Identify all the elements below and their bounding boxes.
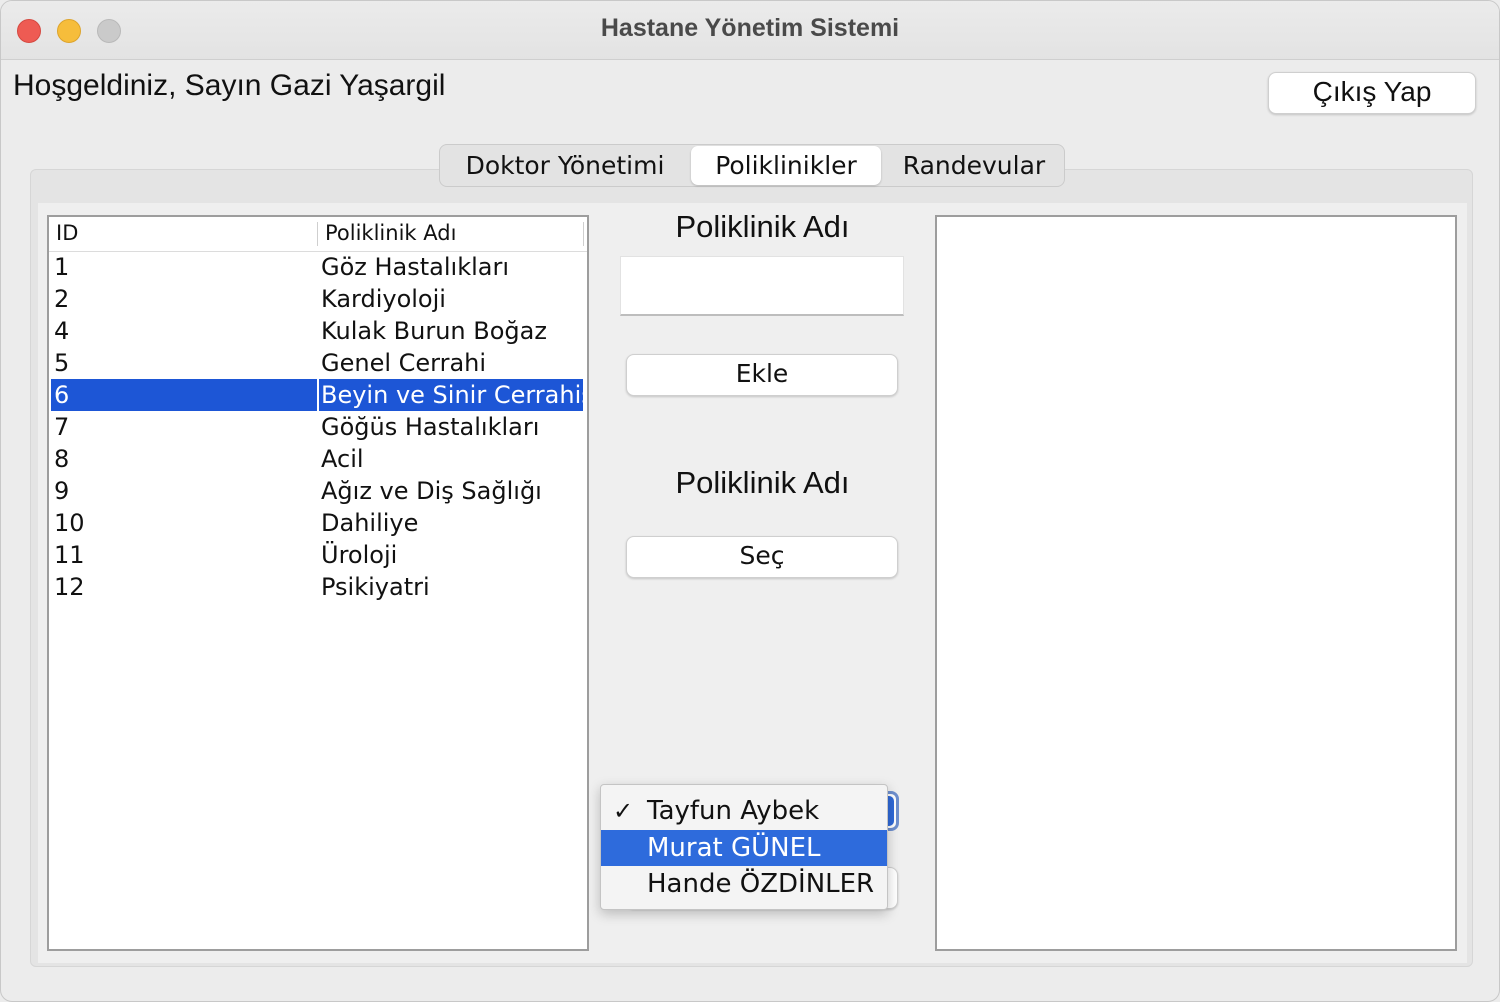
cell-id: 6 bbox=[54, 381, 70, 409]
cell-id: 4 bbox=[54, 317, 70, 345]
cell-id: 10 bbox=[54, 509, 85, 537]
table-header: ID Poliklinik Adı bbox=[49, 217, 587, 252]
table-row[interactable]: 1 Göz Hastalıkları bbox=[51, 251, 583, 283]
option-label: Tayfun Aybek bbox=[647, 796, 820, 826]
table-row[interactable]: 10 Dahiliye bbox=[51, 507, 583, 539]
cell-name: Kardiyoloji bbox=[321, 285, 446, 313]
cell-name: Dahiliye bbox=[321, 509, 419, 537]
cell-name: Üroloji bbox=[321, 541, 398, 569]
cell-name: Göğüs Hastalıkları bbox=[321, 413, 540, 441]
add-button[interactable]: Ekle bbox=[626, 354, 898, 396]
cell-name: Ağız ve Diş Sağlığı bbox=[321, 477, 542, 505]
table-row-selected[interactable]: 6 Beyin ve Sinir Cerrahisi bbox=[51, 379, 587, 411]
polyclinic-name-label-2: Poliklinik Adı bbox=[675, 465, 850, 500]
polyclinic-name-label: Poliklinik Adı bbox=[675, 209, 850, 244]
logout-button[interactable]: Çıkış Yap bbox=[1268, 72, 1476, 114]
cell-name: Genel Cerrahi bbox=[321, 349, 487, 377]
details-list[interactable] bbox=[935, 215, 1457, 951]
dropdown-option[interactable]: Hande ÖZDİNLER bbox=[601, 866, 887, 902]
tab-doktor-yonetimi[interactable]: Doktor Yönetimi bbox=[440, 145, 690, 186]
cell-name: Psikiyatri bbox=[321, 573, 430, 601]
checkmark-icon: ✓ bbox=[613, 797, 634, 825]
table-row[interactable]: 9 Ağız ve Diş Sağlığı bbox=[51, 475, 583, 507]
cell-id: 2 bbox=[54, 285, 70, 313]
cell-name: Beyin ve Sinir Cerrahisi bbox=[321, 381, 589, 409]
table-row[interactable]: 8 Acil bbox=[51, 443, 583, 475]
polyclinic-table[interactable]: ID Poliklinik Adı 1 Göz Hastalıkları 2 Kar… bbox=[47, 215, 589, 951]
column-divider[interactable] bbox=[317, 222, 318, 246]
table-row[interactable]: 12 Psikiyatri bbox=[51, 571, 583, 603]
cell-id: 8 bbox=[54, 445, 70, 473]
cell-id: 9 bbox=[54, 477, 70, 505]
cell-name: Acil bbox=[321, 445, 364, 473]
cell-name: Göz Hastalıkları bbox=[321, 253, 510, 281]
cell-id: 12 bbox=[54, 573, 85, 601]
app-window: Hastane Yönetim Sistemi Hoşgeldiniz, Say… bbox=[0, 0, 1500, 1002]
dropdown-option[interactable]: ✓ Tayfun Aybek bbox=[601, 793, 887, 829]
window-title: Hastane Yönetim Sistemi bbox=[600, 14, 900, 42]
tab-poliklinikler[interactable]: Poliklinikler bbox=[691, 146, 881, 185]
polyclinic-name-input[interactable] bbox=[620, 256, 904, 316]
option-label: Hande ÖZDİNLER bbox=[647, 869, 875, 899]
dropdown-option-highlighted[interactable]: Murat GÜNEL bbox=[601, 830, 887, 866]
cell-name: Kulak Burun Boğaz bbox=[321, 317, 547, 345]
table-row[interactable]: 2 Kardiyoloji bbox=[51, 283, 583, 315]
table-row[interactable]: 4 Kulak Burun Boğaz bbox=[51, 315, 583, 347]
select-button[interactable]: Seç bbox=[626, 536, 898, 578]
cell-id: 7 bbox=[54, 413, 70, 441]
tab-bar: Doktor Yönetimi Poliklinikler Randevular bbox=[439, 144, 1065, 187]
cell-id: 11 bbox=[54, 541, 85, 569]
column-header-name[interactable]: Poliklinik Adı bbox=[325, 221, 456, 245]
doctor-dropdown-menu: ✓ Tayfun Aybek Murat GÜNEL Hande ÖZDİNLE… bbox=[600, 784, 888, 910]
tab-randevular[interactable]: Randevular bbox=[882, 145, 1066, 186]
cell-id: 1 bbox=[54, 253, 70, 281]
table-row[interactable]: 11 Üroloji bbox=[51, 539, 583, 571]
column-header-id[interactable]: ID bbox=[56, 221, 78, 245]
title-bar[interactable]: Hastane Yönetim Sistemi bbox=[1, 1, 1499, 60]
welcome-text: Hoşgeldiniz, Sayın Gazi Yaşargil bbox=[13, 69, 446, 102]
selection-highlight bbox=[51, 379, 317, 411]
table-row[interactable]: 7 Göğüs Hastalıkları bbox=[51, 411, 583, 443]
table-row[interactable]: 5 Genel Cerrahi bbox=[51, 347, 583, 379]
column-divider[interactable] bbox=[583, 222, 584, 246]
option-label: Murat GÜNEL bbox=[647, 833, 821, 863]
cell-id: 5 bbox=[54, 349, 70, 377]
